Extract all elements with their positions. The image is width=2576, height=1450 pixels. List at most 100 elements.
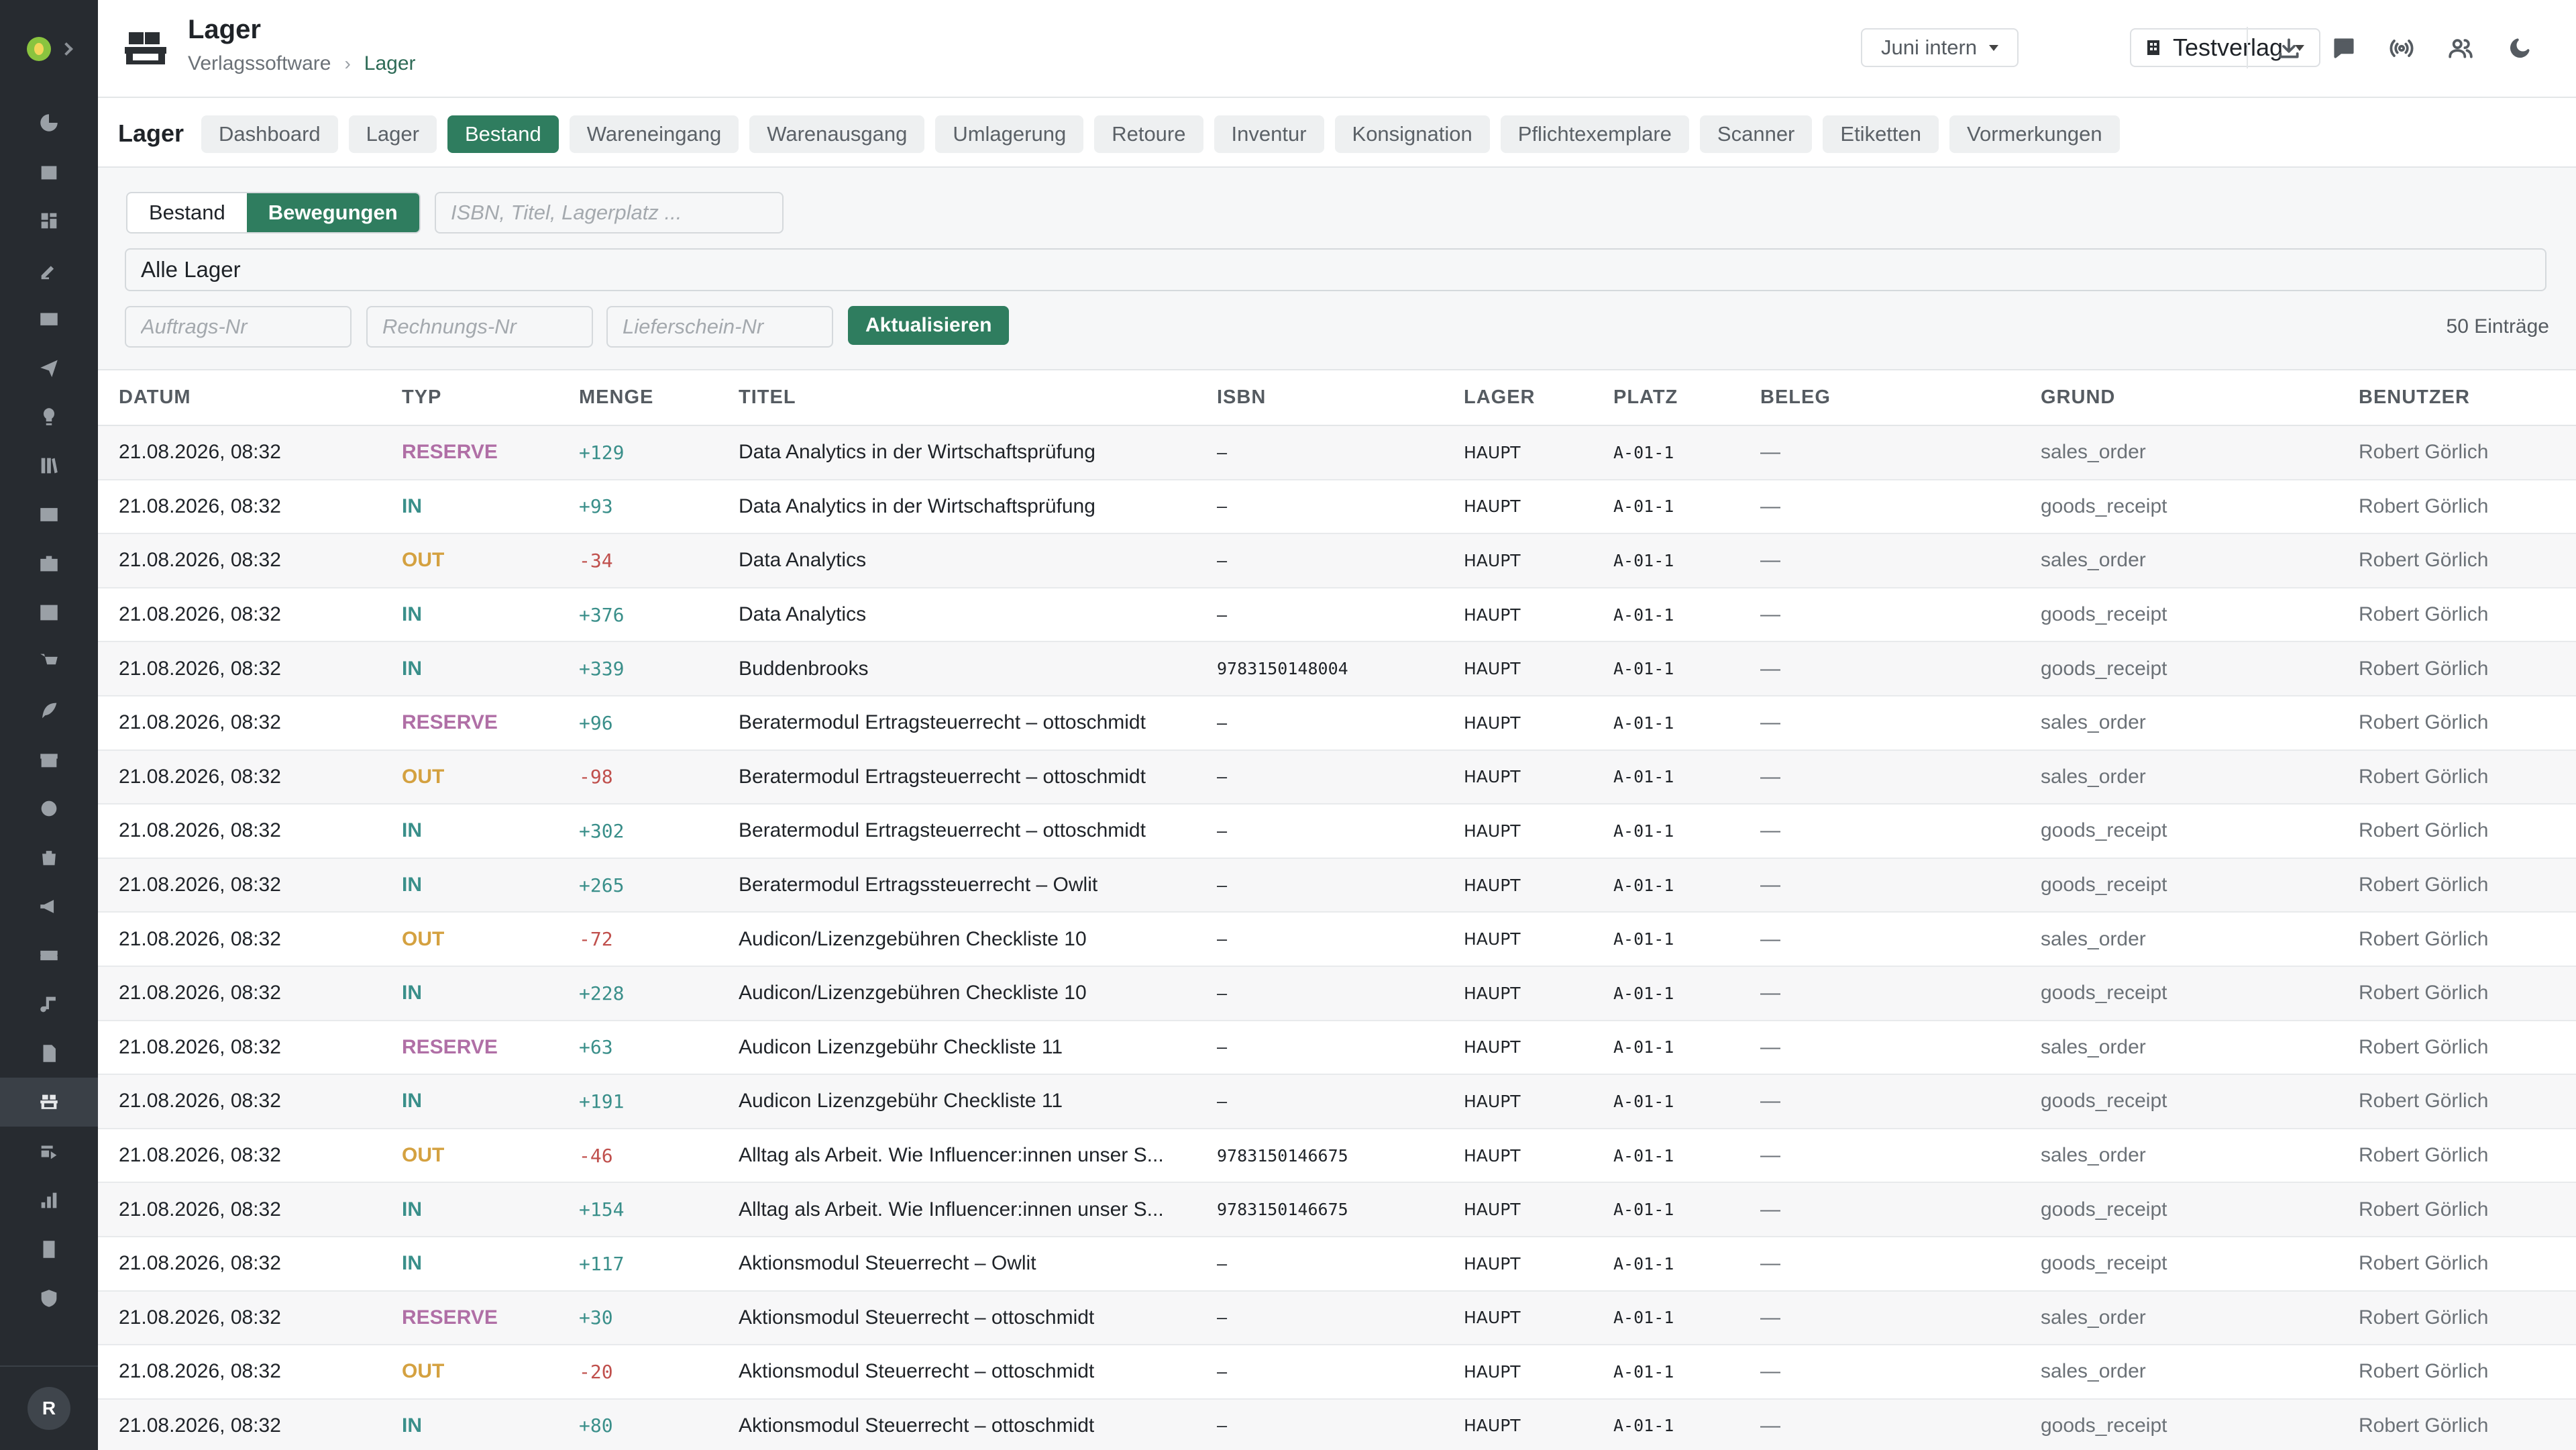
table-row[interactable]: 21.08.2026, 08:32 IN +191 Audicon Lizenzgeb… xyxy=(98,1074,2576,1129)
refresh-button[interactable]: Aktualisieren xyxy=(848,306,1010,345)
sidebar-item-mail[interactable] xyxy=(0,294,98,343)
sidebar-item-briefcase[interactable] xyxy=(0,539,98,588)
sidebar-item-circle[interactable] xyxy=(0,784,98,833)
table-row[interactable]: 21.08.2026, 08:32 RESERVE +129 Data Analyti… xyxy=(98,425,2576,480)
warehouse-select[interactable]: Alle Lager xyxy=(125,248,2546,291)
cell-isbn: – xyxy=(1196,1074,1443,1129)
sidebar-item-bag[interactable] xyxy=(0,833,98,882)
tab-dashboard[interactable]: Dashboard xyxy=(201,115,338,153)
column-header-menge[interactable]: MENGE xyxy=(558,370,718,426)
sidebar-item-edit[interactable] xyxy=(0,245,98,294)
cell-lager: HAUPT xyxy=(1443,1020,1593,1076)
cell-platz: A-01-1 xyxy=(1593,1128,1739,1184)
sidebar-item-grid[interactable] xyxy=(0,196,98,245)
column-header-beleg[interactable]: BELEG xyxy=(1739,370,2020,426)
period-select[interactable]: Juni intern xyxy=(1861,28,2019,67)
tab-vormerkungen[interactable]: Vormerkungen xyxy=(1949,115,2120,153)
cell-datum: 21.08.2026, 08:32 xyxy=(98,695,381,751)
table-row[interactable]: 21.08.2026, 08:32 OUT -98 Beratermodul Ertr… xyxy=(98,749,2576,805)
column-header-typ[interactable]: TYP xyxy=(381,370,558,426)
sidebar-item-board[interactable] xyxy=(0,588,98,637)
tab-etiketten[interactable]: Etiketten xyxy=(1823,115,1939,153)
sidebar-item-music[interactable] xyxy=(0,980,98,1029)
column-header-isbn[interactable]: ISBN xyxy=(1196,370,1443,426)
sidebar-item-transfer[interactable] xyxy=(0,1127,98,1176)
column-header-benutzer[interactable]: BENUTZER xyxy=(2338,370,2576,426)
table-row[interactable]: 21.08.2026, 08:32 RESERVE +96 Beratermodul … xyxy=(98,695,2576,751)
live-button[interactable] xyxy=(2384,31,2419,66)
tab-wareneingang[interactable]: Wareneingang xyxy=(569,115,739,153)
table-row[interactable]: 21.08.2026, 08:32 IN +376 Data Analytics – HA… xyxy=(98,587,2576,643)
table-row[interactable]: 21.08.2026, 08:32 IN +228 Audicon/Lizenzgeb… xyxy=(98,966,2576,1021)
table-row[interactable]: 21.08.2026, 08:32 IN +302 Beratermodul Ertr… xyxy=(98,804,2576,859)
cell-menge: +117 xyxy=(558,1236,718,1292)
sidebar-item-dashboard[interactable] xyxy=(0,98,98,147)
breadcrumb-item[interactable]: Verlagssoftware xyxy=(188,52,331,75)
sidebar-item-image[interactable] xyxy=(0,490,98,539)
cell-benutzer: Robert Görlich xyxy=(2338,804,2576,859)
sidebar-item-warehouse[interactable] xyxy=(0,1078,98,1127)
sidebar-item-cart[interactable] xyxy=(0,637,98,686)
users-button[interactable] xyxy=(2443,31,2478,66)
sidebar-item-ticket[interactable] xyxy=(0,931,98,980)
table-row[interactable]: 21.08.2026, 08:32 RESERVE +30 Aktionsmodul … xyxy=(98,1290,2576,1346)
cell-beleg: — xyxy=(1739,966,2020,1021)
breadcrumb-item-current[interactable]: Lager xyxy=(364,52,416,75)
tab-konsignation[interactable]: Konsignation xyxy=(1334,115,1490,153)
dark-mode-button[interactable] xyxy=(2502,31,2537,66)
table-row[interactable]: 21.08.2026, 08:32 IN +93 Data Analytics in … xyxy=(98,479,2576,535)
cell-typ: IN xyxy=(381,1182,558,1237)
column-header-platz[interactable]: PLATZ xyxy=(1593,370,1739,426)
briefcase-icon xyxy=(40,556,58,571)
tab-bestand[interactable]: Bestand xyxy=(447,115,559,153)
table-row[interactable]: 21.08.2026, 08:32 OUT -72 Audicon/Lizenzgeb… xyxy=(98,912,2576,967)
segment-bewegungen[interactable]: Bewegungen xyxy=(246,193,419,232)
table-row[interactable]: 21.08.2026, 08:32 OUT -20 Aktionsmodul Steu… xyxy=(98,1345,2576,1400)
avatar[interactable]: R xyxy=(28,1387,70,1430)
search-input[interactable] xyxy=(435,192,784,234)
sidebar-item-lightbulb[interactable] xyxy=(0,392,98,441)
cell-platz: A-01-1 xyxy=(1593,1236,1739,1292)
table-row[interactable]: 21.08.2026, 08:32 IN +154 Alltag als Arbeit… xyxy=(98,1182,2576,1237)
music-icon xyxy=(40,996,56,1012)
table-row[interactable]: 21.08.2026, 08:32 RESERVE +63 Audicon Lizen… xyxy=(98,1020,2576,1076)
invoice-number-input[interactable] xyxy=(366,306,593,348)
delivery-note-input[interactable] xyxy=(606,306,833,348)
table-row[interactable]: 21.08.2026, 08:32 OUT -34 Data Analytics – HA… xyxy=(98,533,2576,588)
cell-platz: A-01-1 xyxy=(1593,1020,1739,1076)
sidebar-item-document[interactable] xyxy=(0,1029,98,1078)
sidebar-item-send[interactable] xyxy=(0,343,98,392)
tab-inventur[interactable]: Inventur xyxy=(1214,115,1324,153)
sidebar-item-library[interactable] xyxy=(0,441,98,490)
column-header-datum[interactable]: DATUM xyxy=(98,370,381,426)
tab-retoure[interactable]: Retoure xyxy=(1094,115,1203,153)
cell-menge: +228 xyxy=(558,966,718,1021)
order-number-input[interactable] xyxy=(125,306,352,348)
table-row[interactable]: 21.08.2026, 08:32 OUT -46 Alltag als Arbeit… xyxy=(98,1128,2576,1184)
sidebar-item-calendar[interactable] xyxy=(0,147,98,196)
messages-button[interactable] xyxy=(2326,31,2361,66)
column-header-lager[interactable]: LAGER xyxy=(1443,370,1593,426)
sidebar-item-shield[interactable] xyxy=(0,1274,98,1323)
cell-menge: +154 xyxy=(558,1182,718,1237)
column-header-titel[interactable]: TITEL xyxy=(718,370,1196,426)
calendar-icon xyxy=(41,166,57,179)
table-row[interactable]: 21.08.2026, 08:32 IN +265 Beratermodul Ertr… xyxy=(98,858,2576,913)
segment-bestand[interactable]: Bestand xyxy=(127,193,247,232)
download-button[interactable] xyxy=(2271,31,2306,66)
tab-pflichtexemplare[interactable]: Pflichtexemplare xyxy=(1500,115,1689,153)
tab-umlagerung[interactable]: Umlagerung xyxy=(935,115,1084,153)
table-row[interactable]: 21.08.2026, 08:32 IN +117 Aktionsmodul Steu… xyxy=(98,1236,2576,1292)
tab-scanner[interactable]: Scanner xyxy=(1699,115,1813,153)
sidebar-item-megaphone[interactable] xyxy=(0,882,98,931)
table-row[interactable]: 21.08.2026, 08:32 IN +80 Aktionsmodul Steue… xyxy=(98,1398,2576,1450)
sidebar-item-report[interactable] xyxy=(0,1225,98,1274)
sidebar-toggle[interactable] xyxy=(0,0,98,98)
column-header-grund[interactable]: GRUND xyxy=(2020,370,2338,426)
sidebar-item-feather[interactable] xyxy=(0,686,98,735)
sidebar-item-archive[interactable] xyxy=(0,735,98,784)
tab-lager[interactable]: Lager xyxy=(348,115,437,153)
sidebar-item-bar-chart[interactable] xyxy=(0,1176,98,1225)
tab-warenausgang[interactable]: Warenausgang xyxy=(749,115,925,153)
table-row[interactable]: 21.08.2026, 08:32 IN +339 Buddenbrooks 97831… xyxy=(98,641,2576,696)
